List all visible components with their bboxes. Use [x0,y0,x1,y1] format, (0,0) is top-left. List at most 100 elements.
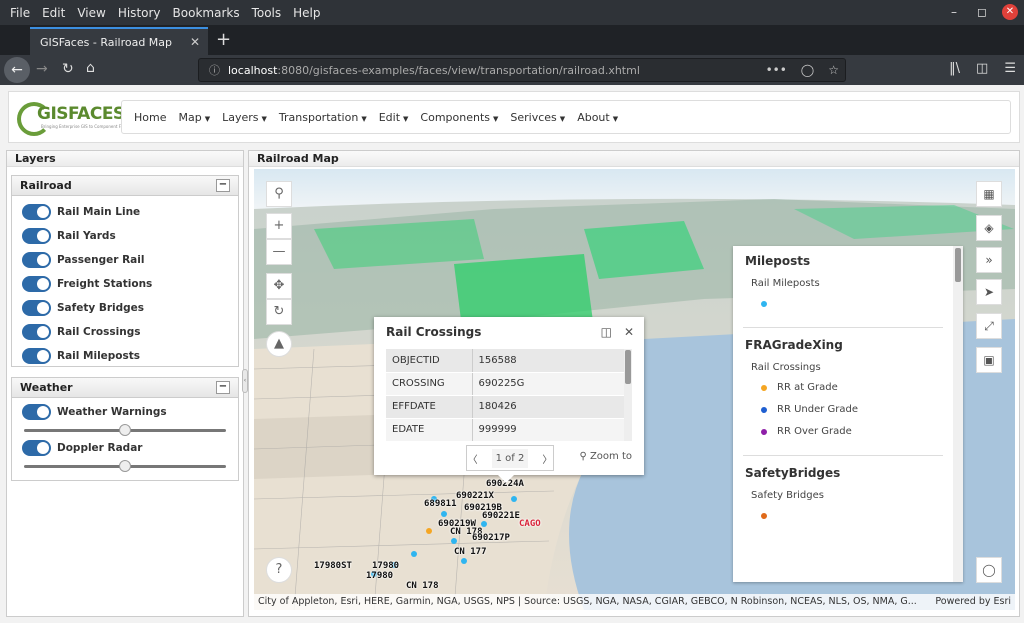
legend-item [733,293,953,315]
layer-toggle[interactable] [22,300,51,316]
compass-icon[interactable]: ▲ [266,331,292,357]
layer-row: Rail Crossings [12,320,238,344]
menu-bookmarks[interactable]: Bookmarks [167,6,246,20]
zoom-to-button[interactable]: ⚲ Zoom to [579,451,632,462]
nav-components[interactable]: Components ▼ [414,111,504,124]
nav-about[interactable]: About ▼ [571,111,624,124]
dock-popup-icon[interactable]: ◫ [601,325,612,339]
help-icon[interactable]: ? [266,557,292,583]
previous-feature-icon[interactable]: 〈 [468,451,478,466]
layer-toggle[interactable] [22,324,51,340]
zoom-out-button[interactable]: — [266,239,292,265]
search-icon[interactable]: ⚲ [266,181,292,207]
back-icon[interactable]: ← [4,57,30,83]
layers-panel: Layers Railroad − Rail Main Line Rail Yar… [6,150,244,617]
menu-view[interactable]: View [71,6,111,20]
opacity-slider[interactable] [22,424,228,436]
locate-icon[interactable]: ➤ [976,279,1002,305]
caret-down-icon: ▼ [204,114,211,123]
next-feature-icon[interactable]: 〉 [542,451,552,466]
layer-label: Rail Main Line [57,206,141,218]
sidebar-icon[interactable]: ◫ [976,61,988,76]
reload-icon[interactable]: ↻ [62,61,74,77]
qr-code-icon[interactable]: ▦ [976,181,1002,207]
gisfaces-logo[interactable]: GISFACES Bringing Enterprise GIS to Comp… [17,102,130,136]
close-window-icon[interactable]: ✕ [1002,4,1018,20]
menu-bar: File Edit View History Bookmarks Tools H… [0,0,1024,25]
rotate-icon[interactable]: ↻ [266,299,292,325]
pocket-icon[interactable]: ◯ [801,63,814,77]
bookmark-star-icon[interactable]: ☆ [828,63,839,77]
popup-scrollbar[interactable] [624,349,632,441]
new-tab-icon[interactable]: + [216,29,231,50]
map-label: 690221X [456,491,494,501]
legend-layer-subtitle: Rail Crossings [751,362,821,373]
legend-scrollbar[interactable] [953,246,963,582]
layer-toggle[interactable] [22,348,51,364]
browser-window: File Edit View History Bookmarks Tools H… [0,0,1024,623]
attribute-value: 180426 [472,395,632,419]
collapse-weather-button[interactable]: − [216,381,230,394]
menu-file[interactable]: File [4,6,36,20]
menu-history[interactable]: History [112,6,167,20]
fullscreen-icon[interactable]: ⤢ [976,313,1002,339]
legend-group: FRAGradeXing Rail Crossings RR at Grade RR … [733,328,953,456]
layer-toggle[interactable] [22,252,51,268]
tab-title: GISFaces - Railroad Map [40,35,173,49]
layer-toggle[interactable] [22,404,51,420]
caret-down-icon: ▼ [361,114,367,123]
close-tab-icon[interactable]: ✕ [190,35,200,49]
layer-label: Rail Mileposts [57,350,141,362]
layer-toggle[interactable] [22,440,51,456]
collapse-railroad-button[interactable]: − [216,179,230,192]
nav-serivces[interactable]: Serivces ▼ [504,111,571,124]
close-popup-icon[interactable]: ✕ [624,325,634,339]
map-label: CN 177 [454,547,487,557]
map-view[interactable]: 690224A 690221X 689811 690219B 690221E 690219… [254,169,1015,610]
library-icon[interactable]: ‖\ [949,61,960,76]
map-label: 17980 [372,561,400,571]
slider-handle[interactable] [119,460,131,472]
nav-label: Layers [222,110,259,124]
nav-map[interactable]: Map ▼ [172,111,216,124]
layers-icon[interactable]: ◈ [976,215,1002,241]
pan-icon[interactable]: ✥ [266,273,292,299]
layer-toggle[interactable] [22,228,51,244]
map-attribution: City of Appleton, Esri, HERE, Garmin, NG… [254,594,1015,610]
nav-edit[interactable]: Edit ▼ [373,111,415,124]
nav-layers[interactable]: Layers ▼ [216,111,273,124]
nav-home[interactable]: Home [128,111,172,124]
basemap-gallery-icon[interactable]: ▣ [976,347,1002,373]
shield-icon[interactable]: ◯ [976,557,1002,583]
nav-transportation[interactable]: Transportation ▼ [273,111,373,124]
minimize-icon[interactable]: – [946,5,962,19]
legend-symbol [761,407,767,413]
menu-help[interactable]: Help [287,6,326,20]
info-icon[interactable]: ⓘ [209,62,220,78]
legend-item: RR Under Grade [733,399,953,421]
map-label: 17980ST [314,561,352,571]
slider-handle[interactable] [119,424,131,436]
page-actions-icon[interactable]: ••• [766,63,787,77]
menu-edit[interactable]: Edit [36,6,71,20]
expand-panel-icon[interactable]: » [976,247,1002,273]
layer-label: Rail Yards [57,230,116,242]
url-bar[interactable]: ⓘ localhost:8080/gisfaces-examples/faces… [198,58,846,82]
home-icon[interactable]: ⌂ [86,60,95,76]
maximize-icon[interactable]: ◻ [974,5,990,19]
tab-railroad-map[interactable]: GISFaces - Railroad Map ✕ [30,27,208,55]
map-label: 690221E [482,511,520,521]
forward-icon[interactable]: → [36,61,48,77]
layer-toggle[interactable] [22,276,51,292]
legend-item: RR at Grade [733,377,953,399]
attribute-row: EFFDATE 180426 [386,395,632,419]
layer-toggle[interactable] [22,204,51,220]
zoom-in-button[interactable]: + [266,213,292,239]
layer-label: Doppler Radar [57,442,143,454]
opacity-slider[interactable] [22,460,228,472]
powered-by-esri[interactable]: Powered by Esri [935,594,1011,610]
hamburger-menu-icon[interactable]: ☰ [1004,61,1016,76]
layer-row: Rail Yards [12,224,238,248]
menu-tools[interactable]: Tools [246,6,288,20]
legend-symbol [761,429,767,435]
